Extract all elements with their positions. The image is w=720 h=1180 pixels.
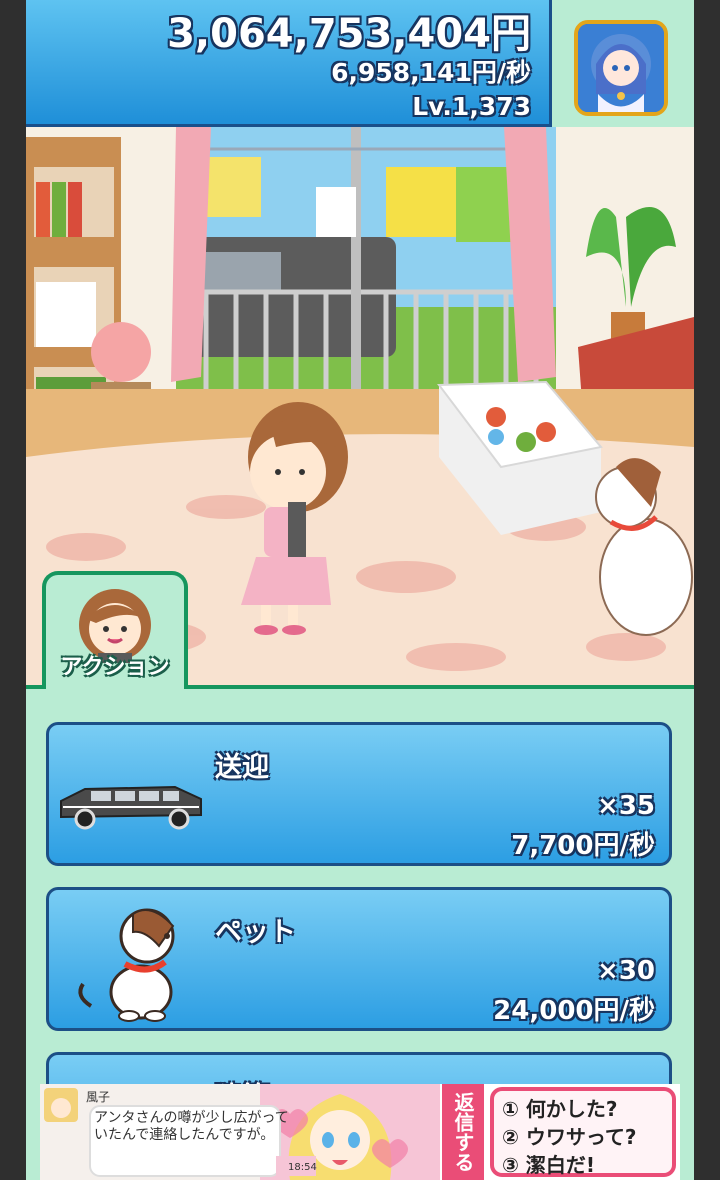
- item-rate: 24,000円/秒: [493, 996, 655, 1026]
- ad-message: アンタさんの噂が少し広がっていたんで連絡したんですが。: [94, 1110, 289, 1143]
- item-name: ペット: [215, 917, 296, 948]
- limousine-icon: [60, 785, 202, 830]
- dog-icon: [78, 908, 175, 1022]
- ad-choice-1[interactable]: ① 何かした?: [502, 1095, 664, 1123]
- ad-choices[interactable]: ① 何かした? ② ウワサって? ③ 潔白だ!: [490, 1087, 676, 1177]
- player-level: Lv.1,373: [412, 92, 531, 121]
- item-count: ×30: [597, 956, 655, 986]
- character-avatar-button[interactable]: [574, 20, 668, 116]
- ad-choice-2[interactable]: ② ウワサって?: [502, 1123, 664, 1151]
- ad-time: 18:54: [288, 1162, 317, 1173]
- money-total: 3,064,753,404円: [167, 11, 531, 57]
- ad-reply-button[interactable]: 返信する: [442, 1084, 484, 1180]
- tab-action-label: アクション: [60, 655, 170, 680]
- ad-banner[interactable]: 風子 アンタさんの噂が少し広がっていたんで連絡したんですが。 18:54 返信す…: [40, 1084, 680, 1180]
- game-screen: 3,064,753,404円 6,958,141円/秒 Lv.1,373 アクシ…: [26, 0, 694, 1180]
- item-card-pet[interactable]: ペット ×30 24,000円/秒: [46, 887, 672, 1031]
- ad-choice-3[interactable]: ③ 潔白だ!: [502, 1151, 664, 1179]
- item-rate: 7,700円/秒: [511, 831, 655, 861]
- item-card-limousine[interactable]: 送迎 ×35 7,700円/秒: [46, 722, 672, 866]
- money-rate: 6,958,141円/秒: [331, 58, 531, 87]
- character-portrait-icon: [578, 24, 664, 112]
- tab-action[interactable]: アクション: [42, 571, 188, 689]
- item-name: 送迎: [215, 752, 269, 783]
- money-panel: 3,064,753,404円 6,958,141円/秒 Lv.1,373: [26, 0, 552, 127]
- ad-speaker-name: 風子: [86, 1090, 111, 1104]
- item-count: ×35: [597, 791, 655, 821]
- tab-join: [46, 683, 184, 691]
